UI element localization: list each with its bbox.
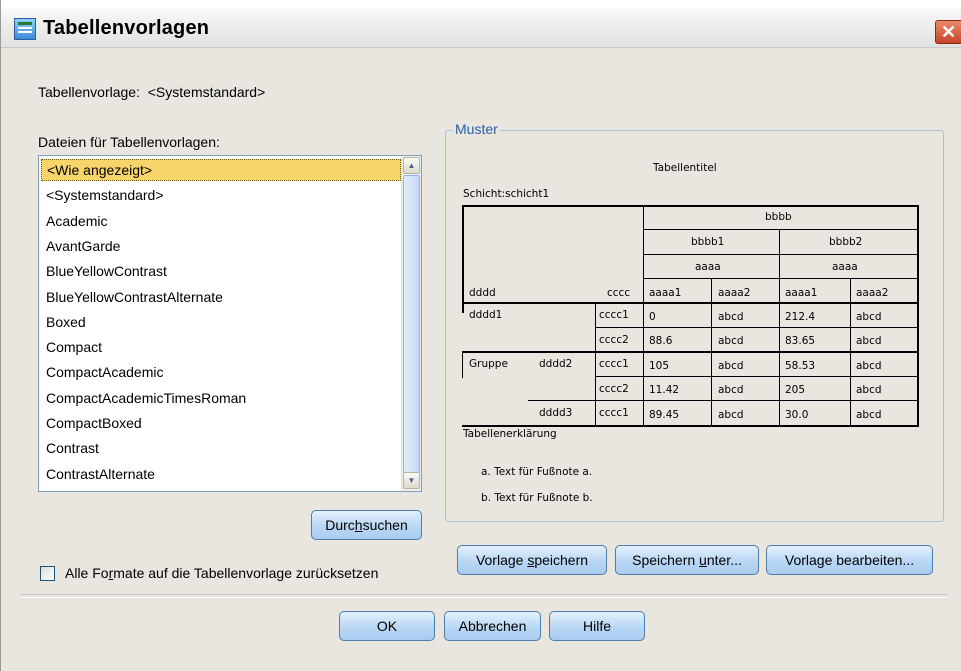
title-bar[interactable]: Tabellenvorlagen ✕ xyxy=(1,0,961,48)
tablelook-line: Tabellenvorlage: <Systemstandard> xyxy=(38,84,265,100)
footnote-a: a. Text für Fußnote a. xyxy=(481,466,593,478)
list-item[interactable]: CompactAcademic xyxy=(41,361,401,383)
col-top-header: bbbb xyxy=(765,211,792,223)
list-item[interactable]: ContrastAlternate xyxy=(41,463,401,485)
col-leaf-header-1: aaaa1 xyxy=(649,287,682,299)
tablelook-value: <Systemstandard> xyxy=(147,84,266,100)
table-cell: abcd xyxy=(718,360,744,372)
list-item[interactable]: BlueYellowContrastAlternate xyxy=(41,286,401,308)
row-label: cccc1 xyxy=(599,309,629,321)
table-cell: 89.45 xyxy=(649,409,680,421)
col-mid-header-2: bbbb2 xyxy=(829,236,863,248)
row-dim2-header: cccc xyxy=(607,287,631,299)
row-label: dddd1 xyxy=(469,309,503,321)
list-item[interactable]: AvantGarde xyxy=(41,235,401,257)
table-cell: abcd xyxy=(718,335,744,347)
list-item[interactable]: Compact xyxy=(41,336,401,358)
scroll-up-arrow-icon[interactable]: ▲ xyxy=(403,157,420,174)
table-cell: 30.0 xyxy=(785,409,809,421)
sample-layer: Schicht:schicht1 xyxy=(463,188,550,200)
table-cell: 105 xyxy=(649,360,670,372)
row-label: cccc2 xyxy=(599,334,629,346)
col-sub-header-2: aaaa xyxy=(832,261,858,273)
reset-formats-label[interactable]: Alle Formate auf die Tabellenvorlage zur… xyxy=(65,565,378,581)
scroll-thumb[interactable] xyxy=(403,175,420,473)
col-leaf-header-4: aaaa2 xyxy=(856,287,889,299)
list-item[interactable]: BlueYellowContrast xyxy=(41,260,401,282)
list-item[interactable]: <Wie angezeigt> xyxy=(41,159,401,181)
list-item[interactable]: Academic xyxy=(41,210,401,232)
row-label: cccc1 xyxy=(599,407,629,419)
save-look-button[interactable]: Vorlage speichern xyxy=(457,545,607,575)
table-cell: abcd xyxy=(856,360,882,372)
table-cell: 0 xyxy=(649,311,656,323)
table-cell: 212.4 xyxy=(785,311,816,323)
ok-button[interactable]: OK xyxy=(339,611,435,641)
list-item[interactable]: <Systemstandard> xyxy=(41,184,401,206)
list-item[interactable]: CompactAcademicTimesRoman xyxy=(41,387,401,409)
edit-look-button[interactable]: Vorlage bearbeiten... xyxy=(766,545,933,575)
row-group-label: Gruppe xyxy=(469,358,508,370)
table-cell: 58.53 xyxy=(785,360,816,372)
sample-group-label: Muster xyxy=(453,121,500,137)
help-button[interactable]: Hilfe xyxy=(549,611,645,641)
list-item[interactable]: Contrast xyxy=(41,437,401,459)
window-title: Tabellenvorlagen xyxy=(43,17,210,39)
table-cell: 11.42 xyxy=(649,384,680,396)
row-label: cccc2 xyxy=(599,383,629,395)
table-cell: abcd xyxy=(856,335,882,347)
table-cell: abcd xyxy=(718,311,744,323)
tablelook-label: Tabellenvorlage: xyxy=(38,84,140,100)
col-leaf-header-3: aaaa1 xyxy=(785,287,818,299)
table-cell: 83.65 xyxy=(785,335,816,347)
col-mid-header-1: bbbb1 xyxy=(691,236,725,248)
separator xyxy=(21,594,947,598)
list-item[interactable]: CompactBoxed xyxy=(41,412,401,434)
row-label: dddd3 xyxy=(539,407,573,419)
files-label: Dateien für Tabellenvorlagen: xyxy=(38,134,220,150)
tablelooks-dialog: Tabellenvorlagen ✕ Tabellenvorlage: <Sys… xyxy=(0,0,961,671)
sample-caption: Tabellenerklärung xyxy=(463,428,557,440)
app-table-icon xyxy=(14,18,36,40)
tablelook-files-list[interactable]: <Wie angezeigt> <Systemstandard> Academic A… xyxy=(38,155,422,492)
table-cell: abcd xyxy=(856,311,882,323)
table-cell: abcd xyxy=(718,384,744,396)
footnote-b: b. Text für Fußnote b. xyxy=(481,492,593,504)
row-dim-header: dddd xyxy=(469,287,496,299)
sample-table-title: Tabellentitel xyxy=(653,162,717,174)
list-item[interactable]: Boxed xyxy=(41,311,401,333)
table-cell: abcd xyxy=(856,384,882,396)
scroll-down-arrow-icon[interactable]: ▼ xyxy=(403,472,420,489)
save-as-button[interactable]: Speichern unter... xyxy=(615,545,759,575)
table-cell: 88.6 xyxy=(649,335,673,347)
col-sub-header-1: aaaa xyxy=(695,261,721,273)
row-label: dddd2 xyxy=(539,358,573,370)
reset-formats-checkbox[interactable] xyxy=(40,566,55,581)
browse-button[interactable]: Durchsuchen xyxy=(311,510,422,540)
cancel-button[interactable]: Abbrechen xyxy=(444,611,541,641)
table-cell: abcd xyxy=(718,409,744,421)
col-leaf-header-2: aaaa2 xyxy=(718,287,751,299)
close-button[interactable]: ✕ xyxy=(935,20,961,44)
table-cell: 205 xyxy=(785,384,806,396)
list-scrollbar[interactable]: ▲ ▼ xyxy=(401,156,421,491)
table-cell: abcd xyxy=(856,409,882,421)
row-label: cccc1 xyxy=(599,358,629,370)
